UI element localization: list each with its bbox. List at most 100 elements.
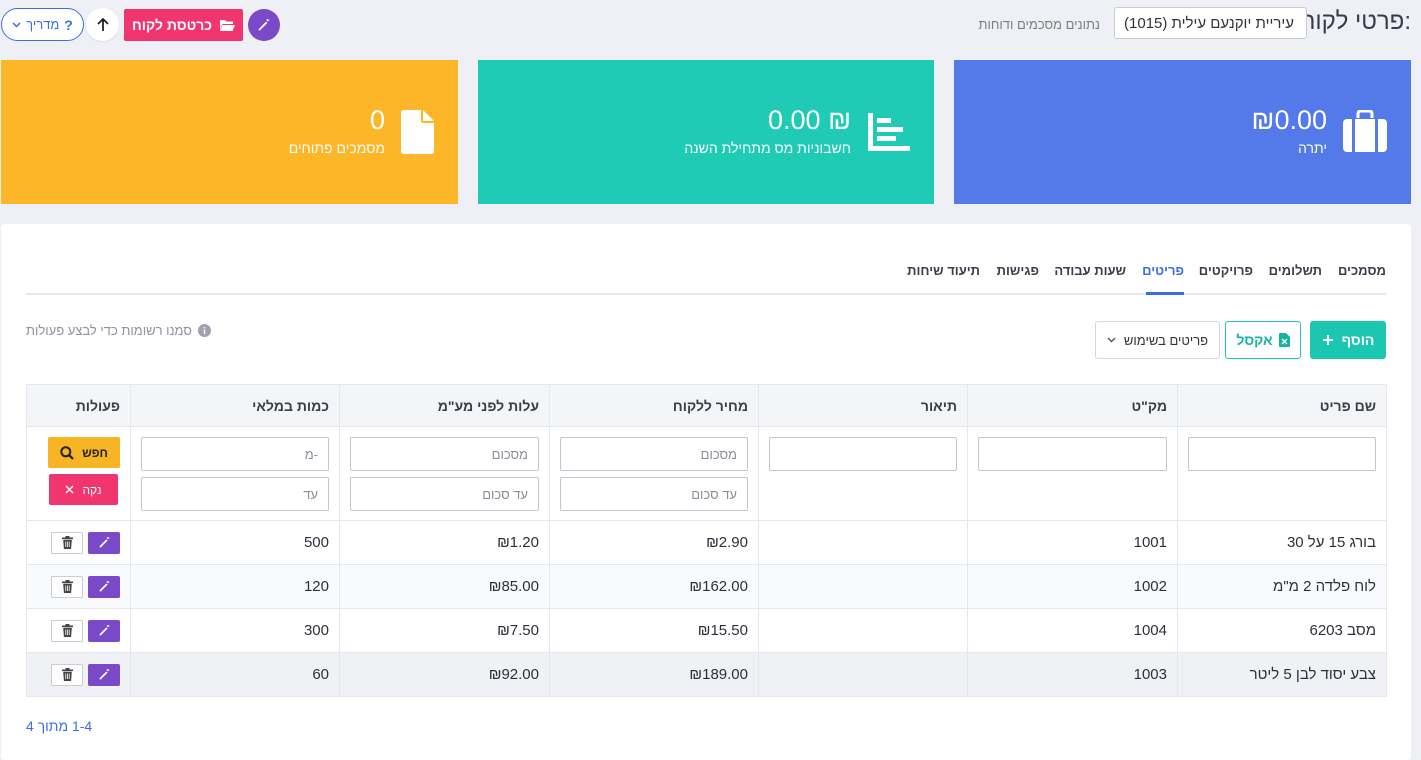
page-title: פרטי לקוח: <box>1299 8 1411 35</box>
filter-cell <box>339 426 550 521</box>
table-header-row: שם פריט מק"ט תיאור מחיר ללקוח עלות לפני … <box>26 384 1387 427</box>
filter-stock-to-input[interactable] <box>141 477 329 511</box>
table-row[interactable]: בורג 15 על 30 1001 ₪2.90 ₪1.20 500 <box>26 520 1387 565</box>
filter-row: חפש נקה <box>26 426 1387 521</box>
excel-label: אקסל <box>1236 332 1273 348</box>
tab-items[interactable]: פריטים <box>1142 263 1184 278</box>
filter-cell <box>1177 426 1387 521</box>
cell-item-name: צבע יסוד לבן 5 ליטר <box>1177 652 1387 697</box>
invoices-value: 0.00 ₪ <box>768 105 851 135</box>
document-icon <box>401 110 434 154</box>
pencil-icon <box>99 580 109 592</box>
cell-price: ₪189.00 <box>549 652 759 697</box>
add-item-button[interactable]: הוסף <box>1310 321 1386 359</box>
trash-icon <box>61 580 73 593</box>
tab-documents[interactable]: מסמכים <box>1338 263 1386 278</box>
header-stock[interactable]: כמות במלאי <box>130 384 340 427</box>
row-actions <box>26 520 131 565</box>
tab-meetings[interactable]: פגישות <box>997 263 1039 278</box>
invoices-label: חשבוניות מס מתחילת השנה <box>684 140 851 156</box>
pencil-icon <box>99 624 109 636</box>
filter-stock-from-input[interactable] <box>141 437 329 471</box>
filter-cell <box>967 426 1178 521</box>
client-select[interactable]: עיריית יוקנעם עילית (1015) <box>1114 7 1307 39</box>
chevron-down-icon <box>1107 337 1116 343</box>
cell-description <box>758 520 968 565</box>
delete-button[interactable] <box>51 575 83 598</box>
briefcase-icon <box>1343 110 1387 152</box>
cell-price: ₪15.50 <box>549 608 759 653</box>
filter-cost-to-input[interactable] <box>350 477 539 511</box>
cell-stock: 60 <box>130 652 340 697</box>
open-docs-value: 0 <box>369 105 385 135</box>
stats-reports-link[interactable]: נתונים מסכמים ודוחות <box>978 17 1100 32</box>
client-card-button[interactable]: כרטסת לקוח <box>124 9 243 41</box>
cell-item-name: מסב 6203 <box>1177 608 1387 653</box>
header-cost[interactable]: עלות לפני מע"מ <box>339 384 550 427</box>
filter-price-to-input[interactable] <box>560 477 748 511</box>
balance-value: ₪0.00 <box>1251 105 1327 135</box>
header-price[interactable]: מחיר ללקוח <box>549 384 759 427</box>
edit-button[interactable] <box>88 531 120 554</box>
pencil-icon <box>99 668 109 680</box>
filter-name-input[interactable] <box>1188 437 1376 471</box>
folder-open-icon <box>220 19 236 31</box>
items-filter-select[interactable]: פריטים בשימוש <box>1095 321 1220 359</box>
table-row[interactable]: לוח פלדה 2 מ"מ 1002 ₪162.00 ₪85.00 120 <box>26 564 1387 609</box>
stat-card-invoices: 0.00 ₪ חשבוניות מס מתחילת השנה <box>478 60 934 204</box>
cell-cost: ₪85.00 <box>339 564 550 609</box>
scroll-up-button[interactable] <box>86 8 119 41</box>
export-excel-button[interactable]: אקסל <box>1225 321 1301 359</box>
trash-icon <box>61 536 73 549</box>
search-button[interactable]: חפש <box>48 437 120 468</box>
stat-card-balance: ₪0.00 יתרה <box>954 60 1411 204</box>
filter-description-input[interactable] <box>769 437 957 471</box>
header-item-name[interactable]: שם פריט <box>1177 384 1387 427</box>
filter-actions-cell: חפש נקה <box>26 426 131 521</box>
client-card-label: כרטסת לקוח <box>131 17 213 33</box>
guide-button[interactable]: מדריך ? <box>1 8 84 41</box>
cell-stock: 500 <box>130 520 340 565</box>
edit-client-button[interactable] <box>248 9 280 41</box>
tab-call-log[interactable]: תיעוד שיחות <box>907 263 980 278</box>
cell-cost: ₪92.00 <box>339 652 550 697</box>
clear-button[interactable]: נקה <box>49 474 118 505</box>
hint-text: סמנו רשומות כדי לבצע פעולות <box>26 323 192 338</box>
arrow-up-icon <box>96 17 109 31</box>
cell-sku: 1001 <box>967 520 1178 565</box>
info-icon <box>197 324 211 337</box>
delete-button[interactable] <box>51 531 83 554</box>
table-row[interactable]: צבע יסוד לבן 5 ליטר 1003 ₪189.00 ₪92.00 … <box>26 652 1387 697</box>
search-icon <box>60 445 74 460</box>
edit-button[interactable] <box>88 619 120 642</box>
cell-sku: 1003 <box>967 652 1178 697</box>
tab-projects[interactable]: פרויקטים <box>1199 263 1253 278</box>
edit-button[interactable] <box>88 575 120 598</box>
table-row[interactable]: מסב 6203 1004 ₪15.50 ₪7.50 300 <box>26 608 1387 653</box>
filter-price-from-input[interactable] <box>560 437 748 471</box>
header-sku[interactable]: מק"ט <box>967 384 1178 427</box>
tab-work-hours[interactable]: שעות עבודה <box>1054 263 1126 278</box>
cell-price: ₪162.00 <box>549 564 759 609</box>
header-description[interactable]: תיאור <box>758 384 968 427</box>
trash-icon <box>61 668 73 681</box>
delete-button[interactable] <box>51 619 83 642</box>
cell-sku: 1002 <box>967 564 1178 609</box>
stat-card-open-docs: 0 מסמכים פתוחים <box>1 60 458 204</box>
excel-file-icon <box>1278 333 1290 347</box>
filter-cost-from-input[interactable] <box>350 437 539 471</box>
cell-item-name: לוח פלדה 2 מ"מ <box>1177 564 1387 609</box>
cell-description <box>758 608 968 653</box>
tab-payments[interactable]: תשלומים <box>1269 263 1322 278</box>
delete-button[interactable] <box>51 663 83 686</box>
cell-stock: 300 <box>130 608 340 653</box>
clear-label: נקה <box>82 482 102 497</box>
filter-sku-input[interactable] <box>978 437 1167 471</box>
filter-cell <box>758 426 968 521</box>
edit-button[interactable] <box>88 663 120 686</box>
pagination-info: 1-4 מתוך 4 <box>26 718 93 734</box>
row-actions <box>26 608 131 653</box>
active-tab-indicator <box>1146 292 1184 295</box>
open-docs-label: מסמכים פתוחים <box>288 140 385 156</box>
add-label: הוסף <box>1341 332 1375 348</box>
